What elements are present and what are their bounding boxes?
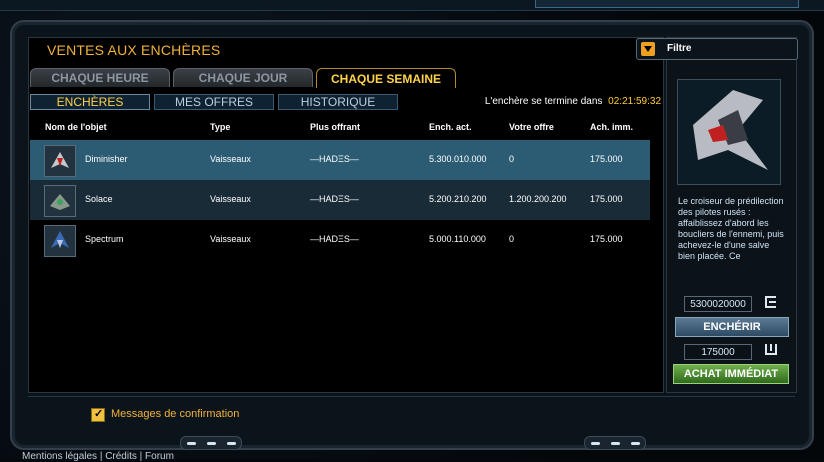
diminisher-ship-icon xyxy=(44,145,76,177)
item-current-bid: 5.300.010.000 xyxy=(429,154,487,164)
table-header: Nom de l'objet Type Plus offrant Ench. a… xyxy=(30,122,650,136)
item-description: Le croiseur de prédilection des pilotes … xyxy=(678,196,784,261)
period-tabs: CHAQUE HEURE CHAQUE JOUR CHAQUE SEMAINE xyxy=(30,68,456,88)
subtab-my-offers[interactable]: MES OFFRES xyxy=(154,94,274,110)
item-buyout: 175.000 xyxy=(590,194,623,204)
item-bidder: —HADΞS— xyxy=(310,194,359,204)
item-name: Solace xyxy=(85,194,113,204)
confirmation-label: Messages de confirmation xyxy=(111,408,240,420)
col-bidder[interactable]: Plus offrant xyxy=(310,122,360,132)
solace-ship-icon xyxy=(44,185,76,217)
scroll-indicator-left xyxy=(180,436,242,450)
item-bidder: —HADΞS— xyxy=(310,234,359,244)
item-your-offer: 0 xyxy=(509,154,515,164)
checkmark-icon: ✓ xyxy=(94,408,104,420)
table-row[interactable]: Spectrum Vaisseaux —HADΞS— 5.000.110.000… xyxy=(30,220,650,260)
col-type[interactable]: Type xyxy=(210,122,230,132)
filter-dropdown[interactable]: Filtre xyxy=(636,38,798,60)
table-row[interactable]: Diminisher Vaisseaux —HADΞS— 5.300.010.0… xyxy=(30,140,650,180)
buyout-max-icon[interactable] xyxy=(763,341,779,357)
confirmation-checkbox[interactable]: ✓ xyxy=(91,408,105,422)
subtab-history[interactable]: HISTORIQUE xyxy=(278,94,398,110)
buyout-amount-input[interactable]: 175000 xyxy=(684,344,752,360)
buy-now-button[interactable]: ACHAT IMMÉDIAT xyxy=(673,364,789,384)
col-current-bid[interactable]: Ench. act. xyxy=(429,122,472,132)
tab-daily[interactable]: CHAQUE JOUR xyxy=(173,68,313,87)
item-type: Vaisseaux xyxy=(210,194,251,204)
timer-label: L'enchère se termine dans xyxy=(484,96,603,107)
col-your-offer[interactable]: Votre offre xyxy=(509,122,554,132)
page-title: VENTES AUX ENCHÈRES xyxy=(47,42,221,58)
tab-hourly[interactable]: CHAQUE HEURE xyxy=(30,68,170,87)
col-buyout[interactable]: Ach. imm. xyxy=(590,122,633,132)
scroll-indicator-right xyxy=(584,436,646,450)
col-name[interactable]: Nom de l'objet xyxy=(45,122,107,132)
bid-max-icon[interactable] xyxy=(763,294,779,310)
item-your-offer: 1.200.200.200 xyxy=(509,194,567,204)
item-name: Spectrum xyxy=(85,234,124,244)
subtab-auctions[interactable]: ENCHÈRES xyxy=(30,94,150,110)
bid-amount-input[interactable]: 5300020000 xyxy=(684,296,752,312)
item-buyout: 175.000 xyxy=(590,234,623,244)
item-current-bid: 5.200.210.200 xyxy=(429,194,487,204)
footer-links[interactable]: Mentions légales | Crédits | Forum xyxy=(22,451,174,462)
tab-weekly[interactable]: CHAQUE SEMAINE xyxy=(316,68,456,88)
bid-button[interactable]: ENCHÉRIR xyxy=(675,317,789,337)
item-name: Diminisher xyxy=(85,154,128,164)
spectrum-ship-icon xyxy=(44,225,76,257)
timer-value: 02:21:59:32 xyxy=(608,96,661,107)
table-row[interactable]: Solace Vaisseaux —HADΞS— 5.200.210.200 1… xyxy=(30,180,650,220)
item-current-bid: 5.000.110.000 xyxy=(429,234,486,244)
item-buyout: 175.000 xyxy=(590,154,623,164)
filter-label: Filtre xyxy=(667,43,692,54)
ship-preview-image xyxy=(677,79,781,185)
sub-tabs: ENCHÈRES MES OFFRES HISTORIQUE xyxy=(30,94,398,110)
top-status-box xyxy=(535,0,799,8)
item-your-offer: 0 xyxy=(509,234,515,244)
item-bidder: —HADΞS— xyxy=(310,154,359,164)
item-type: Vaisseaux xyxy=(210,154,251,164)
auction-timer: L'enchère se termine dans 02:21:59:32 xyxy=(485,96,661,107)
dropdown-arrow-icon xyxy=(641,42,655,56)
item-type: Vaisseaux xyxy=(210,234,251,244)
